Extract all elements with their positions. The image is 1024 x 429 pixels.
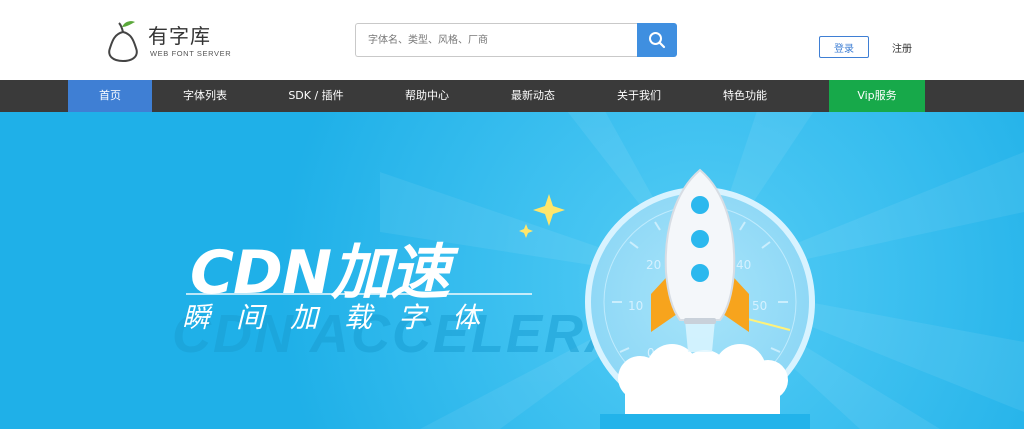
nav-item-features[interactable]: 特色功能: [703, 80, 787, 112]
search-bar: [355, 23, 677, 57]
brand-name: 有字库: [148, 24, 211, 48]
gauge-tick-20: 20: [646, 258, 661, 272]
banner-subtitle: 瞬间加载字体: [182, 301, 506, 334]
nav-item-about[interactable]: 关于我们: [597, 80, 681, 112]
site-logo[interactable]: 有字库 WEB FONT SERVER: [104, 18, 244, 64]
search-input[interactable]: [355, 23, 637, 57]
gauge-tick-50: 50: [752, 299, 767, 313]
nav-item-news[interactable]: 最新动态: [491, 80, 575, 112]
banner-artwork: CDN ACCELERATE CDN加速 瞬间加载字体 0 10 20 40 5…: [0, 112, 1024, 429]
cdn-banner[interactable]: CDN ACCELERATE CDN加速 瞬间加载字体 0 10 20 40 5…: [0, 112, 1024, 429]
search-button[interactable]: [637, 23, 677, 57]
nav-item-vip[interactable]: Vip服务: [829, 80, 925, 112]
login-button[interactable]: 登录: [819, 36, 869, 58]
nav-item-help[interactable]: 帮助中心: [385, 80, 469, 112]
site-header: 有字库 WEB FONT SERVER 登录 注册: [0, 0, 1024, 80]
nav-item-home[interactable]: 首页: [68, 80, 152, 112]
gauge-tick-10: 10: [628, 299, 643, 313]
register-link[interactable]: 注册: [892, 40, 912, 55]
main-nav: 首页 字体列表 SDK / 插件 帮助中心 最新动态 关于我们 特色功能 Vip…: [0, 80, 1024, 112]
nav-item-font-list[interactable]: 字体列表: [163, 80, 247, 112]
brand-tagline: WEB FONT SERVER: [150, 49, 232, 58]
nav-item-sdk[interactable]: SDK / 插件: [274, 80, 358, 112]
search-icon: [649, 32, 666, 49]
gauge-tick-40: 40: [736, 258, 751, 272]
banner-title: CDN加速: [190, 238, 459, 308]
pear-logo-icon: [108, 21, 138, 62]
